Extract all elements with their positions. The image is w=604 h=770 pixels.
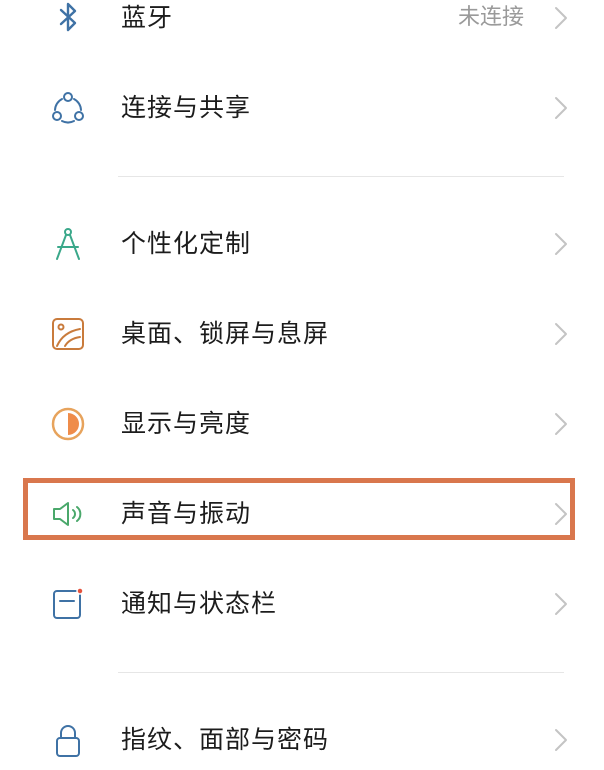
bluetooth-status: 未连接: [457, 5, 524, 30]
settings-item-personalization[interactable]: 个性化定制: [0, 214, 604, 274]
wallpaper-lockscreen-label: 桌面、锁屏与息屏: [121, 319, 330, 348]
chevron-right-icon: [554, 322, 568, 346]
chevron-right-icon: [554, 502, 568, 526]
settings-item-fingerprint-face-password[interactable]: 指纹、面部与密码: [0, 710, 604, 770]
connection-sharing-icon: [48, 90, 88, 126]
chevron-right-icon: [554, 412, 568, 436]
wallpaper-icon: [48, 316, 88, 352]
sound-vibration-label: 声音与振动: [121, 499, 252, 528]
chevron-right-icon: [554, 6, 568, 30]
settings-item-notification-statusbar[interactable]: 通知与状态栏: [0, 574, 604, 634]
settings-item-bluetooth[interactable]: 蓝牙 未连接: [0, 0, 604, 48]
compass-icon: [48, 226, 88, 262]
speaker-icon: [48, 496, 88, 532]
display-brightness-label: 显示与亮度: [121, 409, 252, 438]
brightness-icon: [48, 406, 88, 442]
connection-sharing-label: 连接与共享: [121, 93, 252, 122]
settings-item-connection-sharing[interactable]: 连接与共享: [0, 78, 604, 138]
section-divider: [118, 176, 564, 177]
chevron-right-icon: [554, 232, 568, 256]
bluetooth-label: 蓝牙: [121, 3, 174, 32]
fingerprint-face-password-label: 指纹、面部与密码: [121, 725, 330, 754]
settings-item-display-brightness[interactable]: 显示与亮度: [0, 394, 604, 454]
chevron-right-icon: [554, 96, 568, 120]
settings-item-sound-vibration[interactable]: 声音与振动: [0, 484, 604, 544]
chevron-right-icon: [554, 592, 568, 616]
settings-item-wallpaper-lockscreen[interactable]: 桌面、锁屏与息屏: [0, 304, 604, 364]
settings-list: 蓝牙 未连接 连接与共享 个性化定制 桌面、锁屏与息屏 显示与亮度 声音与振动 …: [0, 0, 604, 757]
bluetooth-icon: [48, 0, 88, 36]
lock-icon: [48, 722, 88, 758]
chevron-right-icon: [554, 728, 568, 752]
section-divider: [118, 672, 564, 673]
notification-icon: [48, 586, 88, 622]
notification-statusbar-label: 通知与状态栏: [121, 589, 278, 618]
personalization-label: 个性化定制: [121, 229, 252, 258]
